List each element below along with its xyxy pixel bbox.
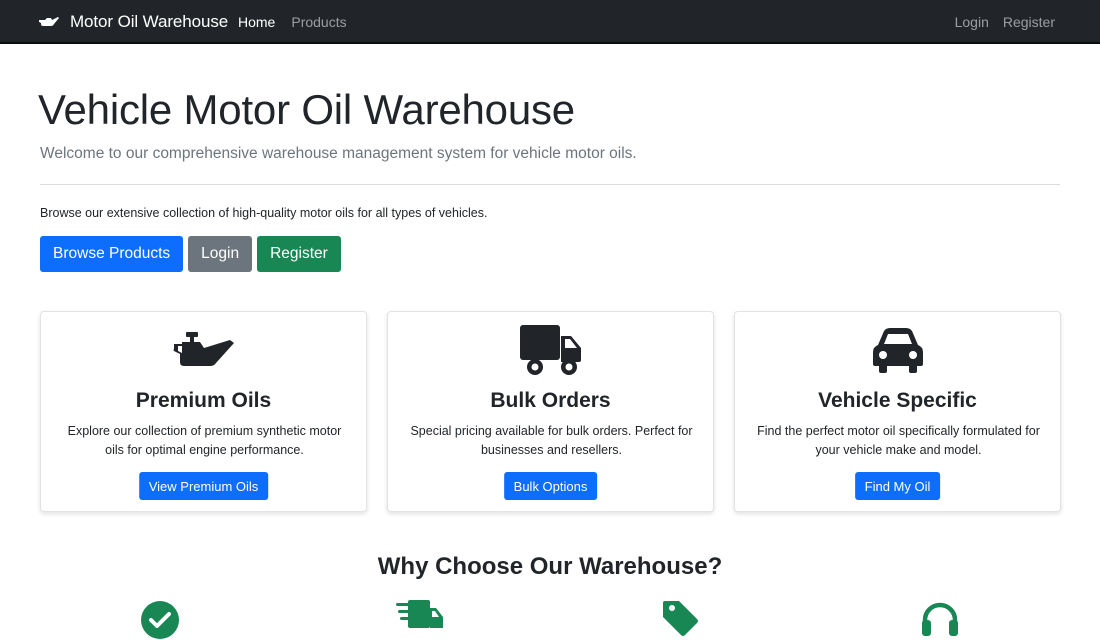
nav-link-home[interactable]: Home bbox=[238, 14, 275, 30]
find-my-oil-button[interactable]: Find My Oil bbox=[854, 472, 941, 500]
oil-can-icon bbox=[173, 332, 234, 366]
card-title: Bulk Orders bbox=[490, 389, 611, 412]
hero-text: Browse our extensive collection of high-… bbox=[40, 206, 488, 220]
oil-can-icon bbox=[39, 17, 59, 26]
page-title: Vehicle Motor Oil Warehouse bbox=[38, 86, 575, 133]
nav-auth-links: Login Register bbox=[955, 0, 1055, 44]
tag-icon bbox=[662, 600, 698, 640]
card-text: Explore our collection of premium synthe… bbox=[67, 424, 342, 457]
navbar: Motor Oil Warehouse Home Products Login … bbox=[0, 0, 1100, 44]
why-section-title: Why Choose Our Warehouse? bbox=[377, 553, 723, 580]
truck-icon bbox=[519, 325, 581, 375]
nav-link-products[interactable]: Products bbox=[291, 14, 346, 30]
nav-link-register[interactable]: Register bbox=[1003, 14, 1055, 30]
check-circle-icon bbox=[140, 600, 180, 640]
card-bulk-orders: Bulk Orders Special pricing available fo… bbox=[387, 311, 714, 512]
fast-shipping-icon bbox=[396, 600, 444, 640]
card-text: Find the perfect motor oil specifically … bbox=[757, 424, 1040, 457]
nav-link-login[interactable]: Login bbox=[955, 14, 989, 30]
card-text: Special pricing available for bulk order… bbox=[410, 424, 693, 457]
card-premium-oils: Premium Oils Explore our collection of p… bbox=[40, 311, 367, 512]
card-vehicle-specific: Vehicle Specific Find the perfect motor … bbox=[734, 311, 1061, 512]
browse-products-button[interactable]: Browse Products bbox=[40, 236, 184, 272]
card-title: Premium Oils bbox=[135, 389, 272, 412]
card-title: Vehicle Specific bbox=[818, 389, 977, 412]
brand-name: Motor Oil Warehouse bbox=[70, 12, 229, 31]
brand-link[interactable]: Motor Oil Warehouse bbox=[38, 0, 228, 44]
hero-divider bbox=[40, 184, 1060, 185]
bulk-options-button[interactable]: Bulk Options bbox=[503, 472, 598, 500]
headset-icon bbox=[920, 600, 960, 640]
hero-buttons: Browse Products Login Register bbox=[40, 236, 341, 272]
hero-lead: Welcome to our comprehensive warehouse m… bbox=[40, 145, 637, 162]
login-button[interactable]: Login bbox=[188, 236, 253, 272]
view-premium-oils-button[interactable]: View Premium Oils bbox=[138, 472, 269, 500]
nav-main-links: Home Products bbox=[238, 0, 347, 44]
car-icon bbox=[872, 328, 923, 373]
register-button[interactable]: Register bbox=[257, 236, 341, 272]
